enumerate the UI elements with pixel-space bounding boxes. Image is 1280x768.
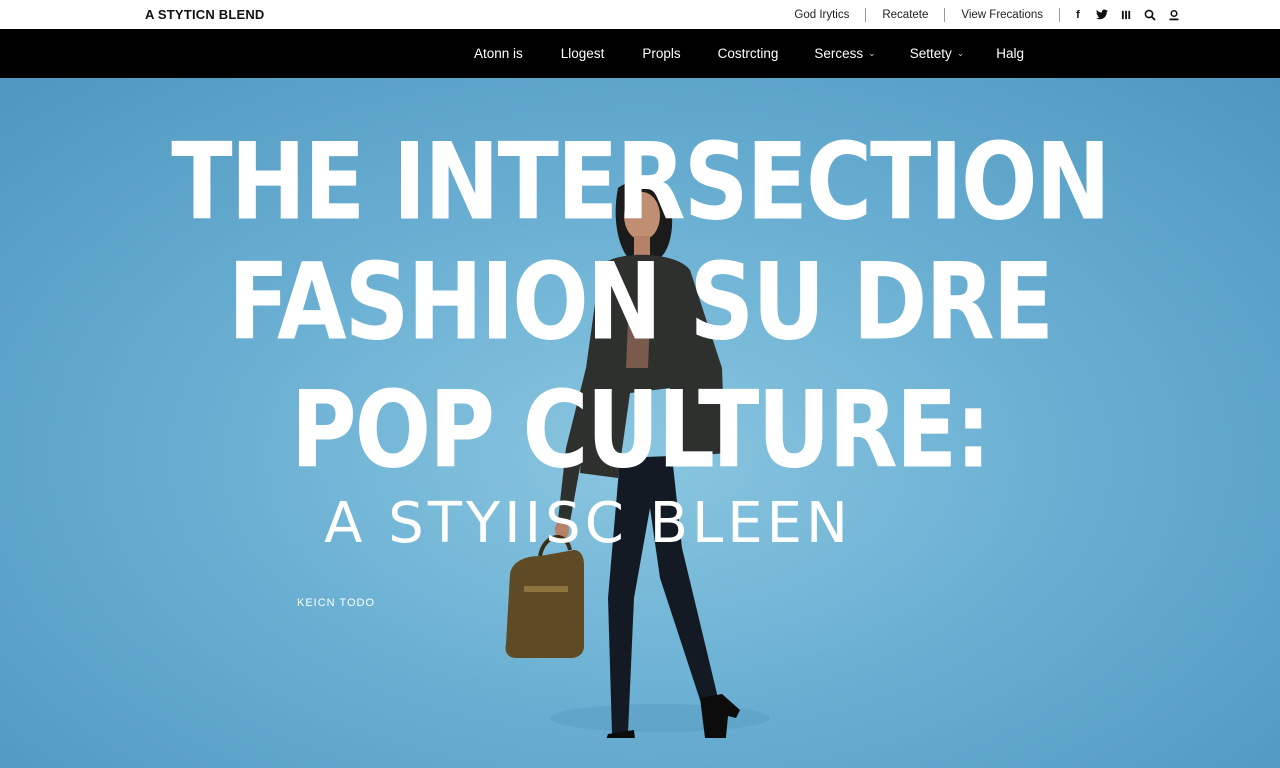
nav-item-label: Llogest <box>560 46 605 61</box>
nav-item-2[interactable]: Llogest <box>561 46 605 61</box>
nav-item-5[interactable]: Sercess ⌄ <box>814 46 875 61</box>
social-icons: f <box>1060 8 1180 22</box>
site-logo[interactable]: A STYTICN BLEND <box>145 7 265 22</box>
nav-item-1[interactable]: Atonn is <box>474 46 523 61</box>
hero-subtitle: A STYIISC BLEEN <box>324 491 852 556</box>
instagram-icon[interactable] <box>1120 8 1132 22</box>
utility-nav: God Irytics Recatete View Frecations f <box>778 0 1180 29</box>
hero-banner: THE INTERSECTION FASHION SU DRE POP CULT… <box>0 78 1280 768</box>
nav-item-label: Atonn is <box>474 46 523 61</box>
twitter-icon[interactable] <box>1096 8 1108 22</box>
nav-item-label: Propls <box>642 46 681 61</box>
main-navbar: Atonn is Llogest Propls Costrcting Serce… <box>0 29 1280 78</box>
hero-title-line-2: FASHION SU DRE <box>227 240 1054 365</box>
utility-link-3[interactable]: View Frecations <box>945 9 1059 21</box>
nav-item-6[interactable]: Settety ⌄ <box>910 46 965 61</box>
nav-item-4[interactable]: Costrcting <box>718 46 779 61</box>
hero-kicker-link[interactable]: KEICN TODO <box>297 597 375 609</box>
account-icon[interactable] <box>1168 8 1180 22</box>
chevron-down-icon: ⌄ <box>956 48 965 58</box>
nav-item-7[interactable]: Halg <box>996 46 1024 61</box>
utility-link-2[interactable]: Recatete <box>866 9 944 21</box>
nav-item-label: Settety <box>909 46 952 61</box>
nav-item-label: Halg <box>996 46 1025 61</box>
nav-item-label: Costrcting <box>717 46 779 61</box>
chevron-down-icon: ⌄ <box>868 48 876 58</box>
hero-title-line-1: THE INTERSECTION <box>171 120 1111 245</box>
nav-item-label: Sercess <box>814 46 864 61</box>
search-icon[interactable] <box>1144 8 1156 22</box>
top-utility-bar: A STYTICN BLEND God Irytics Recatete Vie… <box>0 0 1280 29</box>
nav-item-3[interactable]: Propls <box>642 46 680 61</box>
facebook-icon[interactable]: f <box>1072 8 1084 22</box>
utility-link-1[interactable]: God Irytics <box>778 9 865 21</box>
hero-title-line-3: POP CULTURE: <box>290 368 992 493</box>
nav-menu: Atonn is Llogest Propls Costrcting Serce… <box>474 29 1024 78</box>
